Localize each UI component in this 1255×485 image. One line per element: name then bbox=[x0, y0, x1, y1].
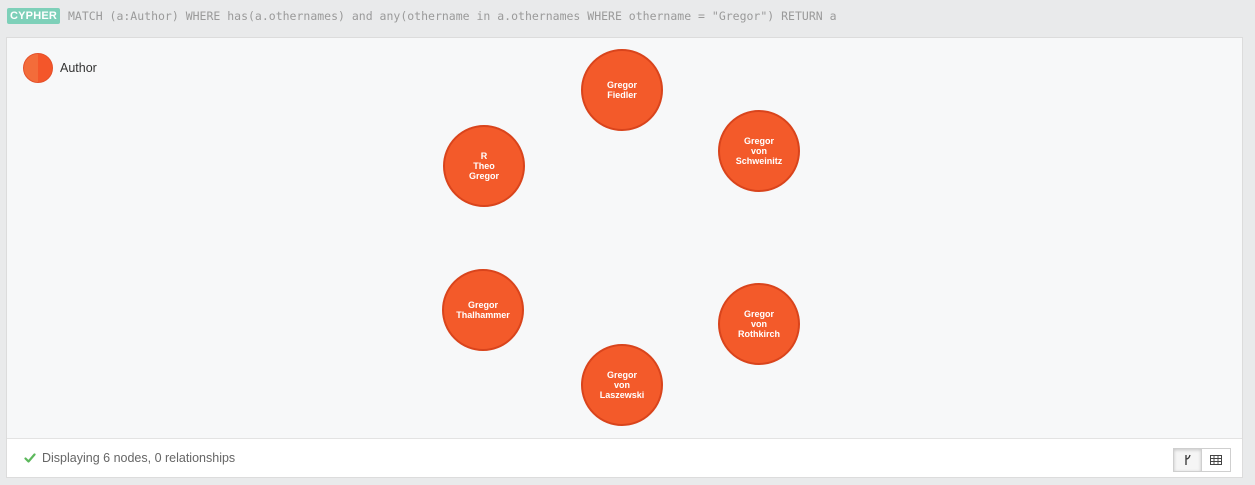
graph-node-author[interactable]: GregorvonSchweinitz bbox=[718, 110, 800, 192]
result-frame: Author Gregor Fiedler Gregor von Schweinitz R… bbox=[6, 37, 1243, 478]
node-caption: Gregor bbox=[744, 309, 775, 319]
node-caption: Thalhammer bbox=[456, 310, 510, 320]
node-caption: R bbox=[481, 151, 488, 161]
node-caption: Rothkirch bbox=[738, 329, 780, 339]
graph-view-button[interactable] bbox=[1173, 448, 1202, 472]
cypher-badge: CYPHER bbox=[7, 8, 61, 24]
node-caption: Gregor bbox=[468, 300, 499, 310]
graph-node-author[interactable]: GregorThalhammer bbox=[442, 269, 524, 351]
status-bar: Displaying 6 nodes, 0 relationships bbox=[7, 438, 1242, 477]
node-caption: Gregor bbox=[469, 171, 500, 181]
table-icon bbox=[1210, 455, 1222, 465]
query-text[interactable]: MATCH (a:Author) WHERE has(a.othernames)… bbox=[68, 8, 837, 24]
table-view-button[interactable] bbox=[1202, 448, 1231, 472]
check-icon bbox=[24, 453, 36, 463]
node-caption: von bbox=[614, 380, 630, 390]
node-caption: Theo bbox=[473, 161, 495, 171]
node-caption: Laszewski bbox=[600, 390, 645, 400]
query-bar: CYPHER MATCH (a:Author) WHERE has(a.othe… bbox=[0, 0, 1255, 34]
graph-node-author[interactable]: GregorvonRothkirch bbox=[718, 283, 800, 365]
status-text: Displaying 6 nodes, 0 relationships bbox=[42, 451, 236, 465]
node-caption: Schweinitz bbox=[736, 156, 783, 166]
node-caption: Gregor bbox=[607, 80, 638, 90]
graph-node-author[interactable]: GregorvonLaszewski bbox=[581, 344, 663, 426]
graph-node-author[interactable]: RTheoGregor bbox=[443, 125, 525, 207]
node-caption: Fiedler bbox=[607, 90, 637, 100]
graph-node-author[interactable]: GregorFiedler bbox=[581, 49, 663, 131]
view-toggle bbox=[1173, 448, 1231, 472]
node-caption: von bbox=[751, 146, 767, 156]
graph-svg[interactable]: GregorFiedlerGregorvonSchweinitzRTheoGre… bbox=[7, 38, 1242, 438]
graph-icon bbox=[1184, 454, 1191, 465]
node-caption: von bbox=[751, 319, 767, 329]
node-caption: Gregor bbox=[607, 370, 638, 380]
node-caption: Gregor bbox=[744, 136, 775, 146]
graph-canvas[interactable]: Author Gregor Fiedler Gregor von Schweinitz R… bbox=[7, 38, 1242, 438]
